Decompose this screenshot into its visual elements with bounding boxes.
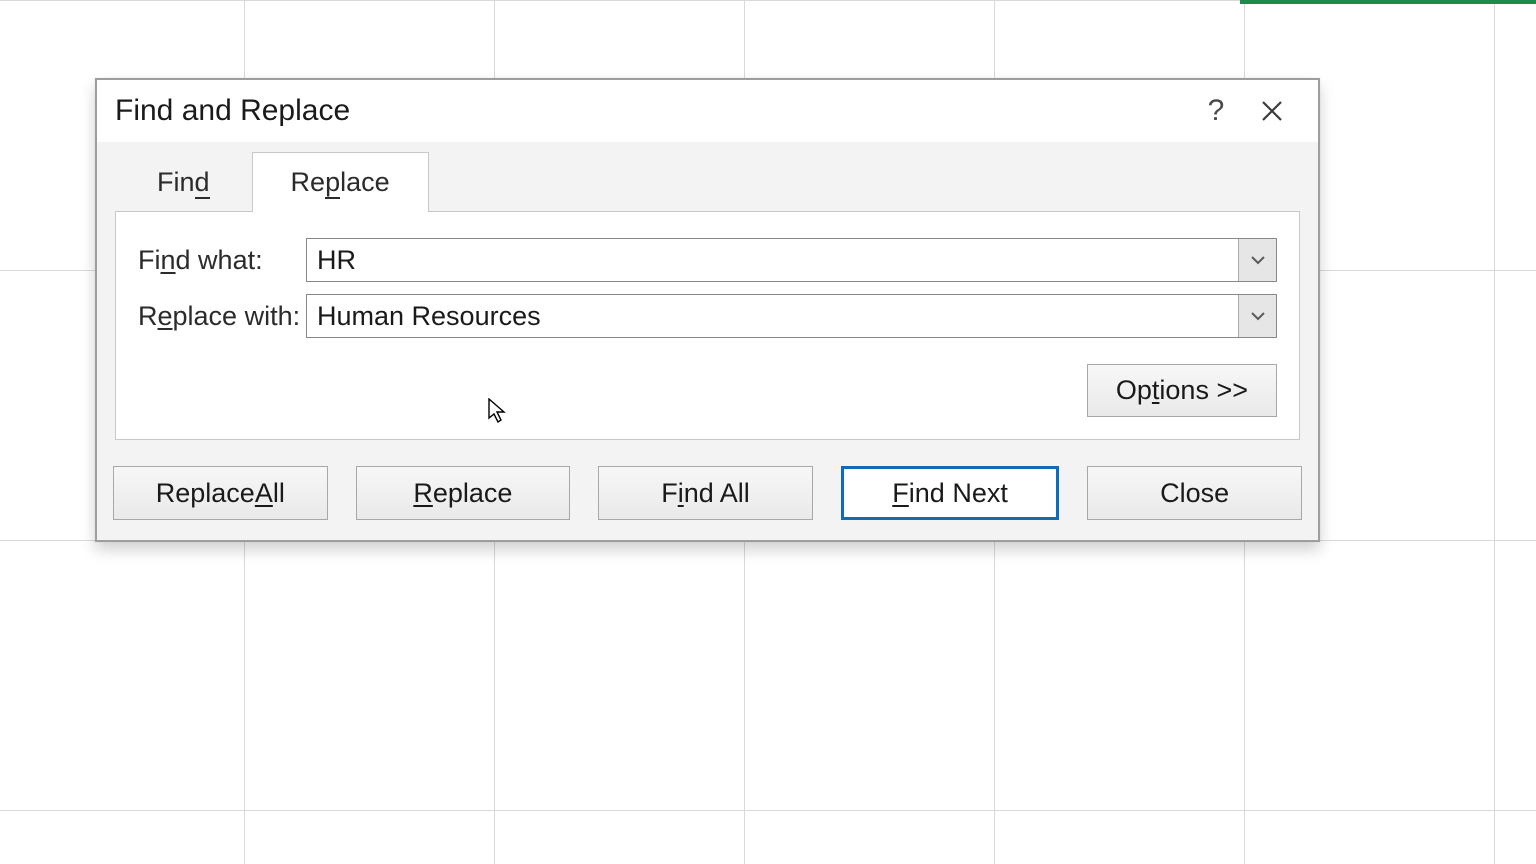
replace-with-combo — [306, 294, 1277, 338]
find-what-dropdown-button[interactable] — [1238, 239, 1276, 281]
find-replace-dialog: Find and Replace ? Find Replace Find wha… — [95, 78, 1320, 542]
close-button[interactable]: Close — [1087, 466, 1302, 520]
replace-panel: Find what: Replace with: — [115, 211, 1300, 440]
dialog-title: Find and Replace — [115, 94, 1188, 128]
replace-with-dropdown-button[interactable] — [1238, 295, 1276, 337]
tab-strip: Find Replace — [115, 142, 1300, 212]
find-what-label: Find what: — [138, 245, 298, 276]
find-what-input[interactable] — [307, 239, 1238, 281]
find-all-button[interactable]: Find All — [598, 466, 813, 520]
dialog-titlebar[interactable]: Find and Replace ? — [97, 80, 1318, 142]
replace-all-button[interactable]: Replace All — [113, 466, 328, 520]
chevron-down-icon — [1250, 255, 1266, 265]
help-button[interactable]: ? — [1188, 88, 1244, 134]
options-row: Options >> — [138, 350, 1277, 417]
replace-with-input[interactable] — [307, 295, 1238, 337]
tab-replace[interactable]: Replace — [252, 152, 429, 212]
replace-with-label: Replace with: — [138, 301, 298, 332]
replace-with-row: Replace with: — [138, 294, 1277, 338]
close-icon — [1261, 100, 1283, 122]
dialog-body: Find Replace Find what: Re — [97, 142, 1318, 442]
selection-accent — [1240, 0, 1536, 4]
tab-find[interactable]: Find — [115, 153, 252, 212]
close-window-button[interactable] — [1244, 88, 1300, 134]
find-what-row: Find what: — [138, 238, 1277, 282]
dialog-footer: Replace All Replace Find All Find Next C… — [97, 442, 1318, 540]
chevron-down-icon — [1250, 311, 1266, 321]
find-what-combo — [306, 238, 1277, 282]
options-button[interactable]: Options >> — [1087, 364, 1277, 417]
replace-button[interactable]: Replace — [356, 466, 571, 520]
find-next-button[interactable]: Find Next — [841, 466, 1060, 520]
